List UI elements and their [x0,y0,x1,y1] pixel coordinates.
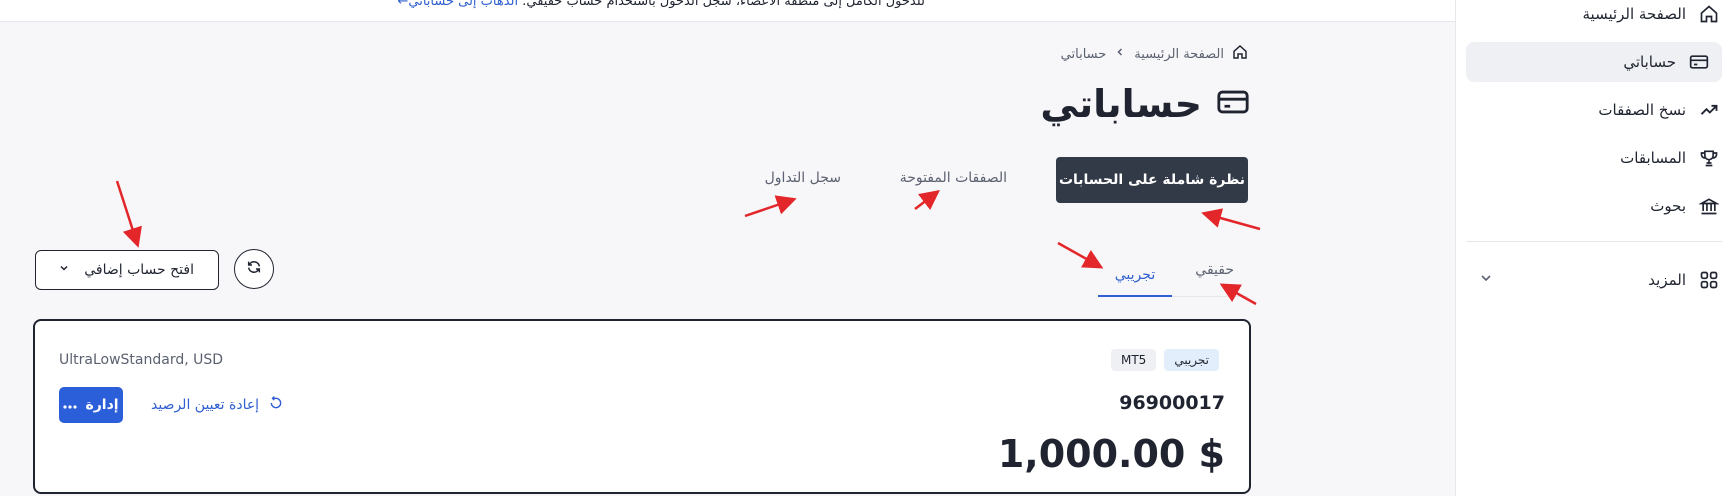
breadcrumb-home[interactable]: الصفحة الرئيسية [1134,47,1224,62]
chevron-left-icon [1114,46,1126,62]
sidebar-item-more[interactable]: المزيد [1480,260,1732,300]
open-account-label: افتح حساب إضافي [84,262,194,278]
sidebar-item-label: حساباتي [1623,53,1676,71]
sidebar-item-research[interactable]: بحوث [1480,186,1732,226]
account-badges: تجريبي MT5 [1111,349,1219,371]
reset-balance-label: إعادة تعيين الرصيد [151,397,260,413]
sidebar-item-label: المسابقات [1620,149,1686,167]
open-additional-account-button[interactable]: افتح حساب إضافي [35,250,219,290]
annotation-arrow [1201,208,1261,231]
chevron-down-icon[interactable] [1478,270,1494,286]
reset-icon [269,396,283,414]
page-header: حساباتي [1040,82,1250,126]
sidebar-divider [1466,241,1722,242]
banner-link[interactable]: الذهاب إلى حساباتي← [397,0,518,9]
manage-button[interactable]: إدارة [59,387,123,423]
sidebar-item-contests[interactable]: المسابقات [1480,138,1732,178]
account-card: UltraLowStandard, USD تجريبي MT5 9690001… [33,319,1251,494]
sidebar-item-home[interactable]: الصفحة الرئيسية [1480,0,1732,34]
trend-up-icon [1698,99,1720,121]
bank-icon [1698,195,1720,217]
subtab-demo[interactable]: تجريبي [1098,255,1172,297]
refresh-icon [246,259,262,279]
breadcrumb: الصفحة الرئيسية حساباتي [1061,44,1248,64]
tab-trading-history[interactable]: سجل التداول [765,170,841,186]
badge-platform: MT5 [1111,349,1157,371]
sidebar-item-copy-trading[interactable]: نسخ الصفقات [1480,90,1732,130]
chevron-down-icon [58,262,70,278]
reset-balance-link[interactable]: إعادة تعيين الرصيد [151,396,283,414]
subtab-real[interactable]: حقيقي [1195,262,1234,278]
annotation-arrow [1219,283,1257,306]
breadcrumb-current: حساباتي [1060,46,1107,62]
more-dots-icon [63,397,78,413]
sidebar-item-label: بحوث [1650,197,1686,215]
sidebar-item-accounts[interactable]: حساباتي [1466,42,1722,82]
tab-open-trades[interactable]: الصفقات المفتوحة [900,170,1007,186]
banner-message: للدخول الكامل إلى منطقة الأعضاء، سجّل ال… [397,0,925,9]
refresh-button[interactable] [234,249,274,289]
top-banner: للدخول الكامل إلى منطقة الأعضاء، سجّل ال… [0,0,1455,22]
annotation-arrow [914,189,940,211]
sidebar-item-label: الصفحة الرئيسية [1582,5,1687,23]
banner-text: للدخول الكامل إلى منطقة الأعضاء، سجّل ال… [522,0,925,9]
subtab-demo-label: تجريبي [1114,267,1156,283]
annotation-arrow [1057,241,1104,269]
trophy-icon [1698,147,1720,169]
annotation-arrow [115,180,142,248]
account-balance: 1,000.00 $ [997,432,1225,476]
sidebar-item-label: نسخ الصفقات [1598,101,1686,119]
home-icon[interactable] [1232,44,1248,64]
sidebar-item-label: المزيد [1648,271,1686,289]
manage-label: إدارة [85,397,119,413]
badge-demo: تجريبي [1164,349,1219,371]
account-type: UltraLowStandard, USD [59,352,224,368]
annotation-arrow [744,195,797,218]
home-icon [1698,3,1720,25]
sidebar: الصفحة الرئيسية حساباتي نسخ الصفقات المس… [1455,0,1732,496]
tab-accounts-overview[interactable]: نظرة شاملة على الحسابات [1056,157,1248,203]
page-title: حساباتي [1040,82,1202,126]
grid-icon [1698,269,1720,291]
account-number: 96900017 [1119,392,1225,414]
card-icon [1688,51,1710,73]
card-icon [1216,85,1250,123]
